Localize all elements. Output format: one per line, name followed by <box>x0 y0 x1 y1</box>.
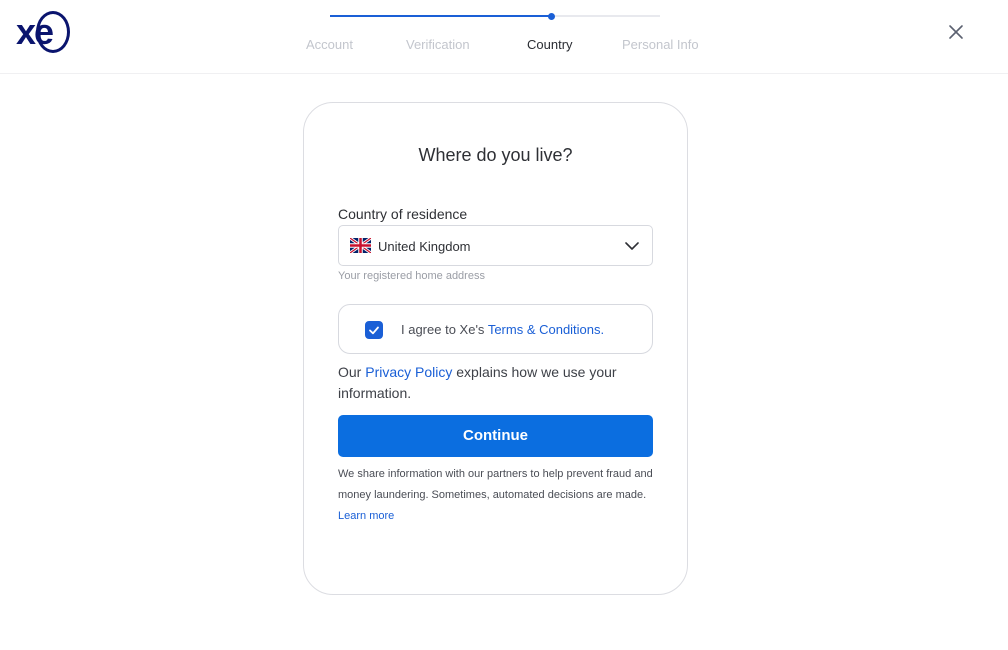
country-select[interactable]: United Kingdom <box>338 225 653 266</box>
data-sharing-disclaimer: We share information with our partners t… <box>338 464 653 527</box>
logo-text: xe <box>16 11 54 52</box>
country-helper-text: Your registered home address <box>338 270 485 282</box>
terms-agreement-text: I agree to Xe's Terms & Conditions. <box>401 322 604 337</box>
close-icon <box>949 25 963 39</box>
terms-prefix: I agree to Xe's <box>401 322 488 337</box>
country-value: United Kingdom <box>378 239 471 254</box>
progress-current-dot <box>548 12 555 20</box>
progress-fill <box>330 15 551 17</box>
xe-logo[interactable]: xe <box>16 10 72 56</box>
continue-button[interactable]: Continue <box>338 415 653 457</box>
terms-agreement-box: I agree to Xe's Terms & Conditions. <box>338 304 653 354</box>
privacy-prefix: Our <box>338 364 366 380</box>
chevron-down-icon <box>625 242 639 250</box>
step-verification: Verification <box>406 37 470 52</box>
step-country: Country <box>527 37 573 52</box>
step-account: Account <box>306 37 353 52</box>
privacy-policy-link[interactable]: Privacy Policy <box>365 364 452 380</box>
step-personal-info: Personal Info <box>622 37 699 52</box>
country-label: Country of residence <box>338 206 468 222</box>
disclaimer-text: We share information with our partners t… <box>338 468 653 501</box>
close-button[interactable] <box>945 21 967 43</box>
uk-flag-icon <box>350 238 371 253</box>
terms-link[interactable]: Terms & Conditions. <box>488 322 604 337</box>
terms-checkbox[interactable] <box>365 321 383 339</box>
privacy-note: Our Privacy Policy explains how we use y… <box>338 362 638 404</box>
checkmark-icon <box>369 326 379 335</box>
country-form-card: Where do you live? Country of residence … <box>303 102 688 595</box>
learn-more-link[interactable]: Learn more <box>338 510 394 522</box>
top-bar: xe Account Verification Country Personal… <box>0 0 1008 74</box>
page-title: Where do you live? <box>418 145 573 165</box>
